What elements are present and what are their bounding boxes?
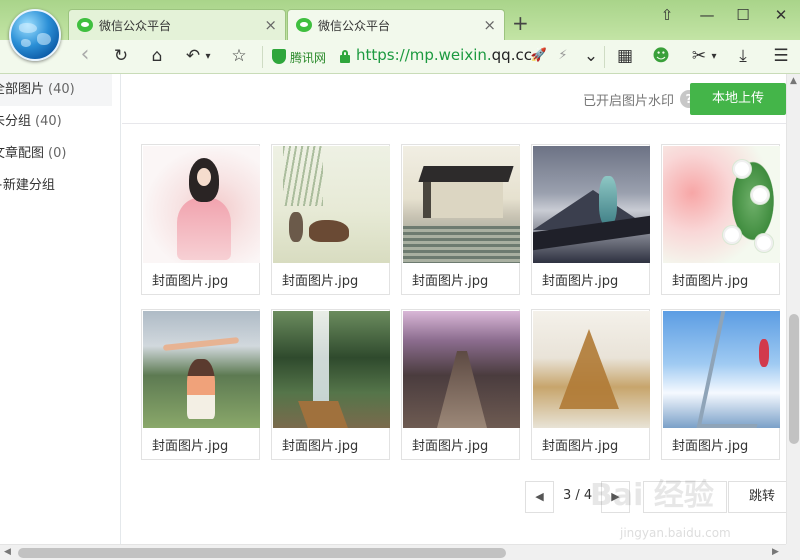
image-card[interactable]: 封面图片.jpg	[661, 309, 780, 460]
local-upload-button[interactable]: 本地上传	[690, 83, 786, 115]
image-card[interactable]: 封面图片.jpg	[661, 144, 780, 295]
image-card[interactable]: 封面图片.jpg	[271, 144, 390, 295]
image-card[interactable]: 封面图片.jpg	[401, 144, 520, 295]
group-sidebar: 全部图片(40) 未分组(40) 文章配图(0) +新建分组	[0, 74, 121, 544]
wechat-toolbar-icon[interactable]: ☻	[650, 46, 672, 66]
image-caption: 封面图片.jpg	[282, 439, 359, 454]
group-article-images[interactable]: 文章配图(0)	[0, 138, 112, 170]
minimize-button[interactable]: —	[696, 6, 718, 24]
group-count: (0)	[48, 146, 67, 161]
wechat-icon	[77, 18, 93, 32]
jump-page-button[interactable]: 跳转	[728, 481, 788, 513]
scrollbar-corner	[786, 544, 800, 560]
image-thumbnail[interactable]	[533, 311, 650, 428]
image-library-header: 已开启图片水印 ? 本地上传	[122, 74, 786, 124]
image-thumbnail[interactable]	[143, 311, 260, 428]
toolbar-divider	[604, 46, 605, 68]
vertical-scrollbar[interactable]: ▲	[786, 74, 800, 544]
cut-menu-icon[interactable]: ▾	[708, 51, 720, 62]
home-icon[interactable]: ⌂	[146, 46, 168, 66]
image-caption: 封面图片.jpg	[542, 274, 619, 289]
image-card[interactable]: 封面图片.jpg	[141, 144, 260, 295]
group-count: (40)	[35, 114, 62, 129]
tab-wechat-2-active[interactable]: 微信公众平台 ×	[287, 9, 505, 40]
scroll-left-icon[interactable]: ◀	[4, 547, 11, 557]
tab-label: 微信公众平台	[99, 18, 172, 33]
horizontal-scrollbar[interactable]: ◀ ▶	[0, 544, 786, 560]
close-tab-icon[interactable]: ×	[264, 16, 277, 34]
browser-logo-icon[interactable]	[9, 9, 61, 61]
menu-icon[interactable]: ☰	[770, 46, 792, 66]
group-label: +新建分组	[0, 178, 55, 193]
undo-menu-icon[interactable]: ▾	[202, 51, 214, 62]
image-caption: 封面图片.jpg	[412, 274, 489, 289]
watermark-status-label: 已开启图片水印	[582, 94, 674, 109]
group-all-images[interactable]: 全部图片(40)	[0, 74, 112, 106]
download-icon[interactable]: ⤓	[732, 46, 754, 66]
browser-title-bar: 微信公众平台 × 微信公众平台 × + ⇧ — ☐ ✕	[0, 0, 800, 40]
image-thumbnail[interactable]	[663, 146, 780, 263]
image-caption: 封面图片.jpg	[152, 274, 229, 289]
lock-icon	[340, 50, 350, 63]
image-caption: 封面图片.jpg	[412, 439, 489, 454]
horizontal-scroll-thumb[interactable]	[18, 548, 506, 558]
image-caption: 封面图片.jpg	[282, 274, 359, 289]
image-thumbnail[interactable]	[663, 311, 780, 428]
verified-site-label: 腾讯网	[290, 51, 327, 65]
tab-wechat-1[interactable]: 微信公众平台 ×	[68, 9, 286, 40]
back-icon[interactable]: ‹	[74, 42, 96, 67]
screenshot-cut-icon[interactable]: ✂	[688, 46, 710, 66]
refresh-icon[interactable]: ↻	[110, 46, 132, 66]
image-card[interactable]: 封面图片.jpg	[531, 309, 650, 460]
image-card[interactable]: 封面图片.jpg	[271, 309, 390, 460]
image-thumbnail[interactable]	[403, 311, 520, 428]
baidu-watermark: Bai 经验	[590, 478, 714, 513]
security-shield-icon	[272, 49, 286, 64]
baidu-watermark-url: jingyan.baidu.com	[620, 526, 731, 540]
image-card[interactable]: 封面图片.jpg	[531, 144, 650, 295]
image-thumbnail[interactable]	[403, 146, 520, 263]
url-text[interactable]: https://mp.weixin.qq.cc	[356, 46, 532, 64]
image-thumbnail[interactable]	[273, 146, 390, 263]
prev-page-button[interactable]: ◀	[525, 481, 554, 513]
image-caption: 封面图片.jpg	[672, 439, 749, 454]
image-caption: 封面图片.jpg	[152, 439, 229, 454]
new-tab-button[interactable]: +	[512, 11, 529, 35]
apps-icon[interactable]: ▦	[614, 46, 636, 66]
image-thumbnail[interactable]	[143, 146, 260, 263]
close-window-button[interactable]: ✕	[770, 6, 792, 24]
lightning-icon[interactable]: ⚡	[552, 48, 574, 63]
favorite-icon[interactable]: ☆	[228, 46, 250, 66]
image-card[interactable]: 封面图片.jpg	[401, 309, 520, 460]
image-thumbnail[interactable]	[533, 146, 650, 263]
undo-icon[interactable]: ↶	[182, 46, 204, 66]
group-label: 未分组	[0, 114, 32, 129]
group-label: 文章配图	[0, 146, 45, 161]
scroll-up-icon[interactable]: ▲	[790, 76, 797, 86]
url-host: qq.cc	[491, 46, 532, 64]
group-count: (40)	[48, 82, 75, 97]
group-ungrouped[interactable]: 未分组(40)	[0, 106, 112, 138]
close-tab-icon[interactable]: ×	[483, 16, 496, 34]
page-indicator: 3 / 4	[563, 488, 593, 503]
group-label: 全部图片	[0, 82, 45, 97]
tab-label: 微信公众平台	[318, 18, 391, 33]
address-dropdown-icon[interactable]: ⌄	[580, 46, 602, 66]
url-scheme: https://mp.weixin.	[356, 46, 492, 64]
image-card[interactable]: 封面图片.jpg	[141, 309, 260, 460]
toolbar-divider	[262, 46, 263, 68]
image-caption: 封面图片.jpg	[672, 274, 749, 289]
vertical-scroll-thumb[interactable]	[789, 314, 799, 444]
wechat-icon	[296, 18, 312, 32]
maximize-button[interactable]: ☐	[732, 6, 754, 24]
new-group-link[interactable]: +新建分组	[0, 170, 112, 202]
skin-icon[interactable]: ⇧	[656, 6, 678, 24]
scroll-right-icon[interactable]: ▶	[772, 547, 779, 557]
image-thumbnail[interactable]	[273, 311, 390, 428]
image-caption: 封面图片.jpg	[542, 439, 619, 454]
